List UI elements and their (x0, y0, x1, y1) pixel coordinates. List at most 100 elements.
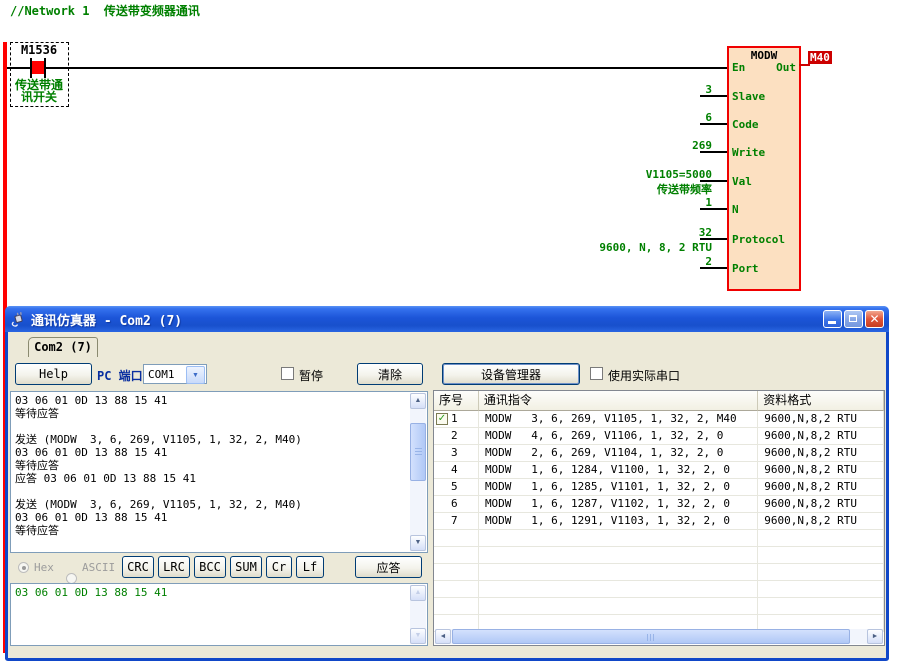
cell-command (479, 530, 758, 547)
calc-button-lrc[interactable]: LRC (158, 556, 190, 578)
answer-textarea[interactable]: 03 06 01 0D 13 88 15 41 ▲ ▼ (10, 583, 428, 646)
answer-text: 03 06 01 0D 13 88 15 41 (15, 586, 167, 599)
use-real-port-checkbox[interactable] (590, 367, 603, 380)
calc-button-bcc[interactable]: BCC (194, 556, 226, 578)
pin-value-line: 2 (540, 254, 712, 269)
pause-checkbox[interactable] (281, 367, 294, 380)
cell-command: MODW 1, 6, 1285, V1101, 1, 32, 2, 0 (479, 479, 758, 496)
cell-index: 2 (434, 428, 479, 445)
dialog-titlebar[interactable]: 通讯仿真器 - Com2 (7) ✕ (5, 306, 889, 332)
scroll-up-icon[interactable]: ▲ (410, 393, 426, 409)
cell-format: 9600,N,8,2 RTU (758, 496, 884, 513)
cell-format (758, 547, 884, 564)
pin-value-line: 269 (540, 138, 712, 153)
comm-log-textarea[interactable]: 03 06 01 0D 13 88 15 41 等待应答 发送 (MODW 3,… (10, 391, 428, 553)
calc-button-cr[interactable]: Cr (266, 556, 292, 578)
table-row[interactable] (434, 530, 884, 547)
table-row[interactable] (434, 564, 884, 581)
cell-index (434, 581, 479, 598)
pin-value-line: V1105=5000 (540, 167, 712, 182)
contact-active-indicator (32, 61, 44, 74)
scroll-left-icon[interactable]: ◄ (435, 629, 451, 644)
cell-format: 9600,N,8,2 RTU (758, 462, 884, 479)
ladder-section: //Network 1 传送带变频器通讯 M1536 传送带通讯开关 MODW … (0, 0, 901, 306)
scroll-right-icon[interactable]: ► (867, 629, 883, 644)
com-port-value: COM1 (148, 368, 175, 381)
pin-value: 1 (540, 195, 712, 210)
device-manager-button[interactable]: 设备管理器 (442, 363, 580, 385)
table-row[interactable] (434, 581, 884, 598)
contact-bar-right-icon (44, 58, 46, 78)
tab-com2[interactable]: Com2 (7) (28, 337, 98, 357)
block-pin-label: Port (732, 262, 759, 275)
checked-checkbox-icon[interactable]: ✓ (436, 413, 448, 425)
cell-index: 6 (434, 496, 479, 513)
header-cell: 资料格式 (758, 391, 884, 411)
log-scrollbar-thumb[interactable] (410, 423, 426, 481)
answer-scrollbar: ▲ ▼ (410, 585, 426, 644)
cell-format (758, 564, 884, 581)
cell-command: MODW 1, 6, 1287, V1102, 1, 32, 2, 0 (479, 496, 758, 513)
use-real-port-label: 使用实际串口 (608, 367, 680, 384)
serial-plug-icon (10, 311, 26, 327)
pin-value: 6 (540, 110, 712, 125)
hex-radio[interactable] (18, 562, 29, 573)
cell-command (479, 564, 758, 581)
table-row[interactable]: 4MODW 1, 6, 1284, V1100, 1, 32, 2, 09600… (434, 462, 884, 479)
table-row[interactable]: 7MODW 1, 6, 1291, V1103, 1, 32, 2, 09600… (434, 513, 884, 530)
pin-value: 269 (540, 138, 712, 153)
cell-index: 7 (434, 513, 479, 530)
chevron-down-icon[interactable]: ▼ (186, 366, 205, 384)
close-button[interactable]: ✕ (865, 310, 884, 328)
clear-button[interactable]: 清除 (357, 363, 423, 385)
contact-description: 传送带通讯开关 (11, 79, 67, 103)
answer-button[interactable]: 应答 (355, 556, 422, 578)
cell-command: MODW 1, 6, 1291, V1103, 1, 32, 2, 0 (479, 513, 758, 530)
pin-value: 3 (540, 82, 712, 97)
log-scrollbar[interactable]: ▲ ▼ (410, 393, 426, 551)
scroll-down-icon[interactable]: ▼ (410, 535, 426, 551)
table-h-scrollbar[interactable]: ◄ ► (435, 629, 883, 644)
table-row[interactable] (434, 547, 884, 564)
table-row[interactable] (434, 598, 884, 615)
com-port-select[interactable]: COM1 ▼ (143, 364, 207, 384)
comm-simulator-window: 通讯仿真器 - Com2 (7) ✕ Com2 (7) Help PC 端口: … (5, 306, 889, 661)
comm-log-text: 03 06 01 0D 13 88 15 41 等待应答 发送 (MODW 3,… (15, 394, 302, 537)
table-row[interactable]: 1✓MODW 3, 6, 269, V1105, 1, 32, 2, M4096… (434, 411, 884, 428)
pin-value-line: 1 (540, 195, 712, 210)
cell-format: 9600,N,8,2 RTU (758, 428, 884, 445)
pin-value-line: 9600, N, 8, 2 RTU (540, 240, 712, 255)
help-button[interactable]: Help (15, 363, 92, 385)
pc-port-label: PC 端口: (97, 367, 150, 384)
cell-command (479, 598, 758, 615)
table-row[interactable]: 5MODW 1, 6, 1285, V1101, 1, 32, 2, 09600… (434, 479, 884, 496)
table-row[interactable]: 3MODW 2, 6, 269, V1104, 1, 32, 2, 09600,… (434, 445, 884, 462)
block-pin-label: Write (732, 146, 765, 159)
cell-command: MODW 4, 6, 269, V1106, 1, 32, 2, 0 (479, 428, 758, 445)
block-pin-label: Val (732, 175, 752, 188)
command-table: 序号通讯指令资料格式 1✓MODW 3, 6, 269, V1105, 1, 3… (433, 390, 885, 646)
calc-button-crc[interactable]: CRC (122, 556, 154, 578)
cell-index (434, 598, 479, 615)
calc-button-sum[interactable]: SUM (230, 556, 262, 578)
minimize-button[interactable] (823, 310, 842, 328)
maximize-button[interactable] (844, 310, 863, 328)
calc-button-lf[interactable]: Lf (296, 556, 324, 578)
block-pin-label: Slave (732, 90, 765, 103)
pin-value: V1105=5000传送带频率 (540, 167, 712, 197)
contact-description-line: 讯开关 (11, 91, 67, 103)
block-pin-out: Out (776, 61, 796, 74)
scroll-up-icon: ▲ (410, 585, 426, 601)
pause-label: 暂停 (299, 367, 323, 384)
pin-value: 329600, N, 8, 2 RTU (540, 225, 712, 255)
cell-index (434, 564, 479, 581)
output-connector-line (799, 64, 810, 66)
cell-format (758, 598, 884, 615)
table-scrollbar-thumb[interactable] (452, 629, 850, 644)
modw-instruction-block[interactable]: MODW En Out SlaveCodeWriteValNProtocolPo… (727, 46, 801, 291)
hex-label: Hex (34, 561, 54, 574)
table-row[interactable]: 6MODW 1, 6, 1287, V1102, 1, 32, 2, 09600… (434, 496, 884, 513)
pin-value-line: 6 (540, 110, 712, 125)
table-row[interactable]: 2MODW 4, 6, 269, V1106, 1, 32, 2, 09600,… (434, 428, 884, 445)
contact-address-label: M1536 (12, 43, 66, 57)
